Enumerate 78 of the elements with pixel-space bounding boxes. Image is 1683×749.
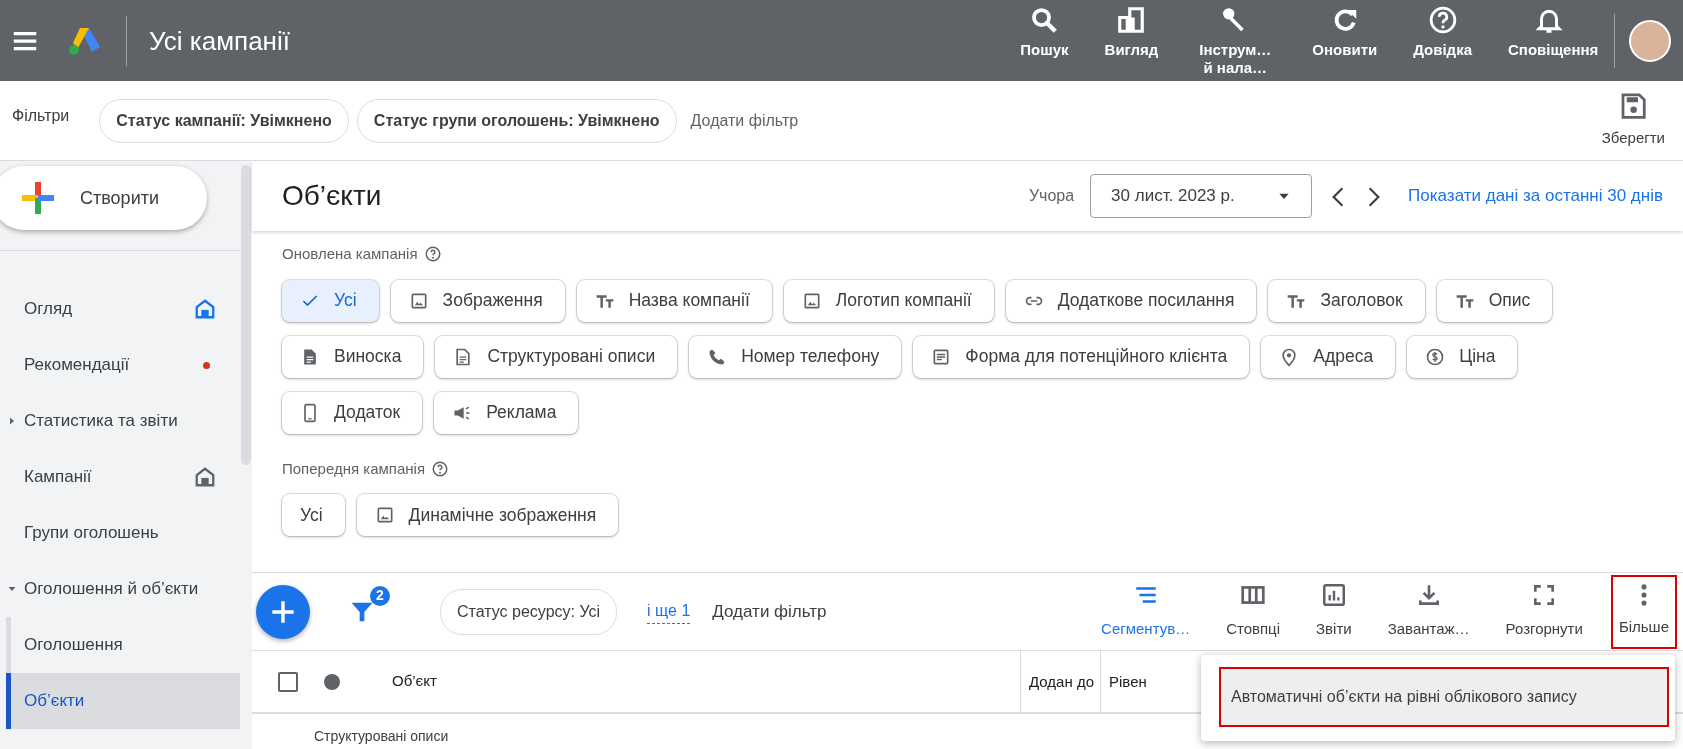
filter-chip[interactable]: Статус ресурсу: Усі <box>440 588 618 635</box>
home-icon <box>194 298 216 320</box>
page-heading: Об’єкти <box>282 179 382 213</box>
save-button[interactable]: Зберегти <box>1595 90 1671 151</box>
bar-chart-icon <box>1116 5 1147 36</box>
sidebar-item[interactable]: Рекомендації <box>0 337 240 393</box>
filter-chip[interactable]: Статус групи оголошень: Увімкнено <box>356 98 677 143</box>
plus-icon <box>20 180 56 216</box>
toolbar-button[interactable]: Розгорнути <box>1495 572 1593 651</box>
toolbar-button[interactable]: Стовпці <box>1216 572 1291 651</box>
section-label: Попередня кампанія <box>282 458 426 479</box>
filter-count-badge: 2 <box>370 585 390 606</box>
toolbar-button[interactable]: Вигляд <box>1098 5 1165 59</box>
filter-chip[interactable]: Структуровані описи <box>435 335 678 378</box>
page-title: Усі кампанії <box>126 15 290 66</box>
select-all-checkbox[interactable] <box>278 671 298 692</box>
home-icon <box>194 466 216 488</box>
date-range-link[interactable]: Показати дані за останні 30 днів <box>1408 183 1663 209</box>
toolbar-button[interactable]: Пошук <box>1014 5 1075 59</box>
sidebar-item[interactable]: Статистика та звіти <box>0 393 240 449</box>
notification-dot <box>203 361 210 369</box>
column-header[interactable]: Рівен <box>1100 651 1160 712</box>
filter-chip[interactable]: Реклама <box>434 391 579 434</box>
toolbar-button[interactable]: Більше <box>1608 572 1679 651</box>
filter-chip[interactable]: Зображення <box>390 279 565 322</box>
add-filter-button[interactable]: Додати фільтр <box>684 107 805 134</box>
sidebar-item[interactable]: Групи оголошень <box>0 505 240 561</box>
filter-chip[interactable]: Адреса <box>1261 335 1396 378</box>
filters-label: Фільтри <box>12 105 70 126</box>
menu-item[interactable]: Автоматичні об’єкти на рівні облікового запису <box>1221 669 1667 725</box>
filter-chip[interactable]: Статус кампанії: Увімкнено <box>99 98 349 143</box>
filter-chip[interactable]: Назва компанії <box>576 279 772 322</box>
sidebar-item[interactable]: Об’єкти <box>6 673 240 729</box>
toolbar-button[interactable]: Довідка <box>1407 5 1478 59</box>
filter-chip[interactable]: Логотип компанії <box>783 279 994 322</box>
toolbar-button[interactable]: Звіти <box>1306 572 1362 651</box>
sidebar-item[interactable]: Оголошення й об’єкти <box>0 561 240 617</box>
filter-chip[interactable]: Ціна <box>1407 335 1518 378</box>
toolbar-button[interactable]: Сегментув… <box>1091 572 1201 651</box>
toolbar-button[interactable]: Сповіщення <box>1502 5 1596 59</box>
filter-chip[interactable]: Усі <box>282 494 345 536</box>
create-button[interactable]: Створити <box>0 166 207 230</box>
filter-chip[interactable]: Форма для потенційного клієнта <box>913 335 1250 378</box>
date-dropdown[interactable]: 30 лист. 2023 р. <box>1090 174 1313 218</box>
more-filters-link[interactable]: і ще 1 <box>647 599 691 624</box>
toolbar-button[interactable]: Інструм… й нала… <box>1188 5 1283 76</box>
filter-chip[interactable]: Додаткове посилання <box>1005 279 1257 322</box>
toolbar-button[interactable]: Завантаж… <box>1377 572 1480 651</box>
toolbar-button[interactable]: Оновити <box>1306 5 1384 59</box>
help-icon[interactable] <box>431 459 450 478</box>
table-cell-text: Структуровані описи <box>313 727 450 746</box>
dollar-circle-icon <box>1425 346 1446 367</box>
chevron-left-icon <box>1332 185 1345 208</box>
filter-button[interactable]: 2 <box>348 585 390 626</box>
chevron-right-icon <box>1368 185 1381 208</box>
filter-chip[interactable]: Виноска <box>282 335 424 378</box>
date-label: Учора <box>1028 186 1075 206</box>
status-dot <box>324 673 340 690</box>
filter-chip[interactable]: Усі <box>282 279 379 322</box>
filter-chip[interactable]: Номер телефону <box>689 335 902 378</box>
column-header[interactable]: Об’єкт <box>392 651 1020 712</box>
section-label: Оновлена кампанія <box>282 244 418 264</box>
scrollbar-thumb[interactable] <box>241 165 251 465</box>
column-header[interactable]: Додан до <box>1020 651 1100 712</box>
sidebar-item[interactable]: Кампанії <box>0 449 240 505</box>
avatar[interactable] <box>1629 19 1671 62</box>
filter-chip[interactable]: Динамічне зображення <box>356 494 619 536</box>
more-vertical-icon <box>1640 584 1647 607</box>
search-icon <box>1029 5 1060 36</box>
help-icon <box>1427 5 1458 36</box>
filter-chip[interactable]: Заголовок <box>1268 279 1425 322</box>
filter-chip[interactable]: Опис <box>1436 279 1553 322</box>
sidebar-item[interactable]: Огляд <box>0 281 240 337</box>
filter-chip[interactable]: Додаток <box>282 391 423 434</box>
bar-chart-icon <box>1320 582 1347 609</box>
help-icon[interactable] <box>423 245 442 264</box>
add-filter-button[interactable]: Додати фільтр <box>706 597 833 626</box>
add-button[interactable] <box>256 584 310 639</box>
